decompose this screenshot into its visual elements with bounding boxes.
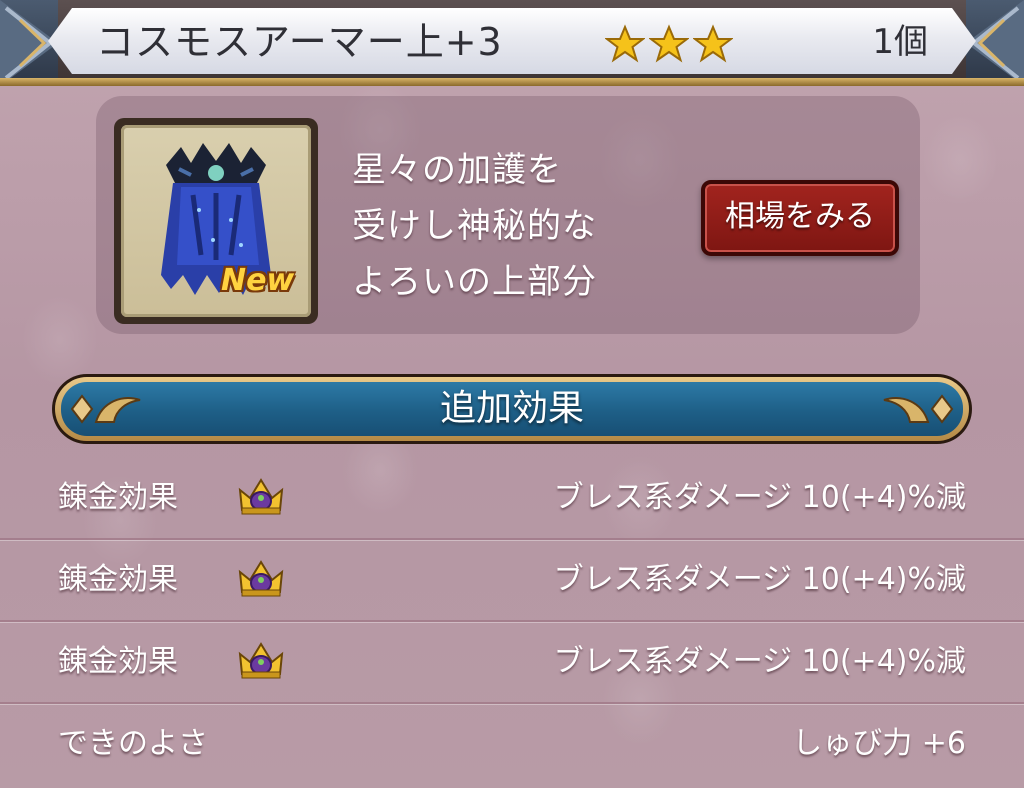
new-badge: New xyxy=(221,263,295,298)
item-name: コスモスアーマー上+3 xyxy=(96,20,503,64)
header-gold-trim xyxy=(0,78,1024,86)
effect-label: 錬金効果 xyxy=(58,562,178,597)
effect-row: 錬金効果 ブレス系ダメージ 10(+4)%減 xyxy=(0,622,1024,704)
section-banner: 追加効果 xyxy=(52,374,972,444)
cosmos-armor-top-icon: New xyxy=(121,125,311,317)
crown-icon xyxy=(238,642,284,679)
rarity-stars xyxy=(605,24,733,64)
quality-label: できのよさ xyxy=(58,726,208,761)
market-price-button[interactable]: 相場をみる xyxy=(701,180,899,256)
item-count: 1個 xyxy=(872,22,928,62)
effect-value: ブレス系ダメージ 10(+4)%減 xyxy=(553,644,966,679)
description-line: 受けし神秘的な xyxy=(352,206,597,246)
effects-list: 錬金効果 ブレス系ダメージ 10(+4)%減 錬金効果 ブレス系ダメージ 10(… xyxy=(0,458,1024,784)
star-icon xyxy=(693,24,733,63)
crown-icon xyxy=(238,560,284,597)
quality-value: しゅび力 +6 xyxy=(792,726,966,761)
header-corner-left xyxy=(0,0,58,86)
effect-value: ブレス系ダメージ 10(+4)%減 xyxy=(553,562,966,597)
item-header: コスモスアーマー上+3 1個 xyxy=(0,0,1024,86)
effect-value: ブレス系ダメージ 10(+4)%減 xyxy=(553,480,966,515)
item-description: 星々の加護を 受けし神秘的な よろいの上部分 xyxy=(352,142,672,310)
header-corner-right xyxy=(966,0,1024,86)
quality-row: できのよさ しゅび力 +6 xyxy=(0,704,1024,784)
effect-row: 錬金効果 ブレス系ダメージ 10(+4)%減 xyxy=(0,458,1024,540)
effect-label: 錬金効果 xyxy=(58,644,178,679)
effect-row: 錬金効果 ブレス系ダメージ 10(+4)%減 xyxy=(0,540,1024,622)
section-title: 追加効果 xyxy=(439,388,584,429)
crown-icon xyxy=(238,478,284,515)
star-icon xyxy=(649,24,689,63)
effect-label: 錬金効果 xyxy=(58,480,178,515)
description-line: 星々の加護を xyxy=(352,150,562,190)
description-line: よろいの上部分 xyxy=(352,262,597,302)
item-icon-frame: New xyxy=(114,118,318,324)
star-icon xyxy=(605,24,645,63)
